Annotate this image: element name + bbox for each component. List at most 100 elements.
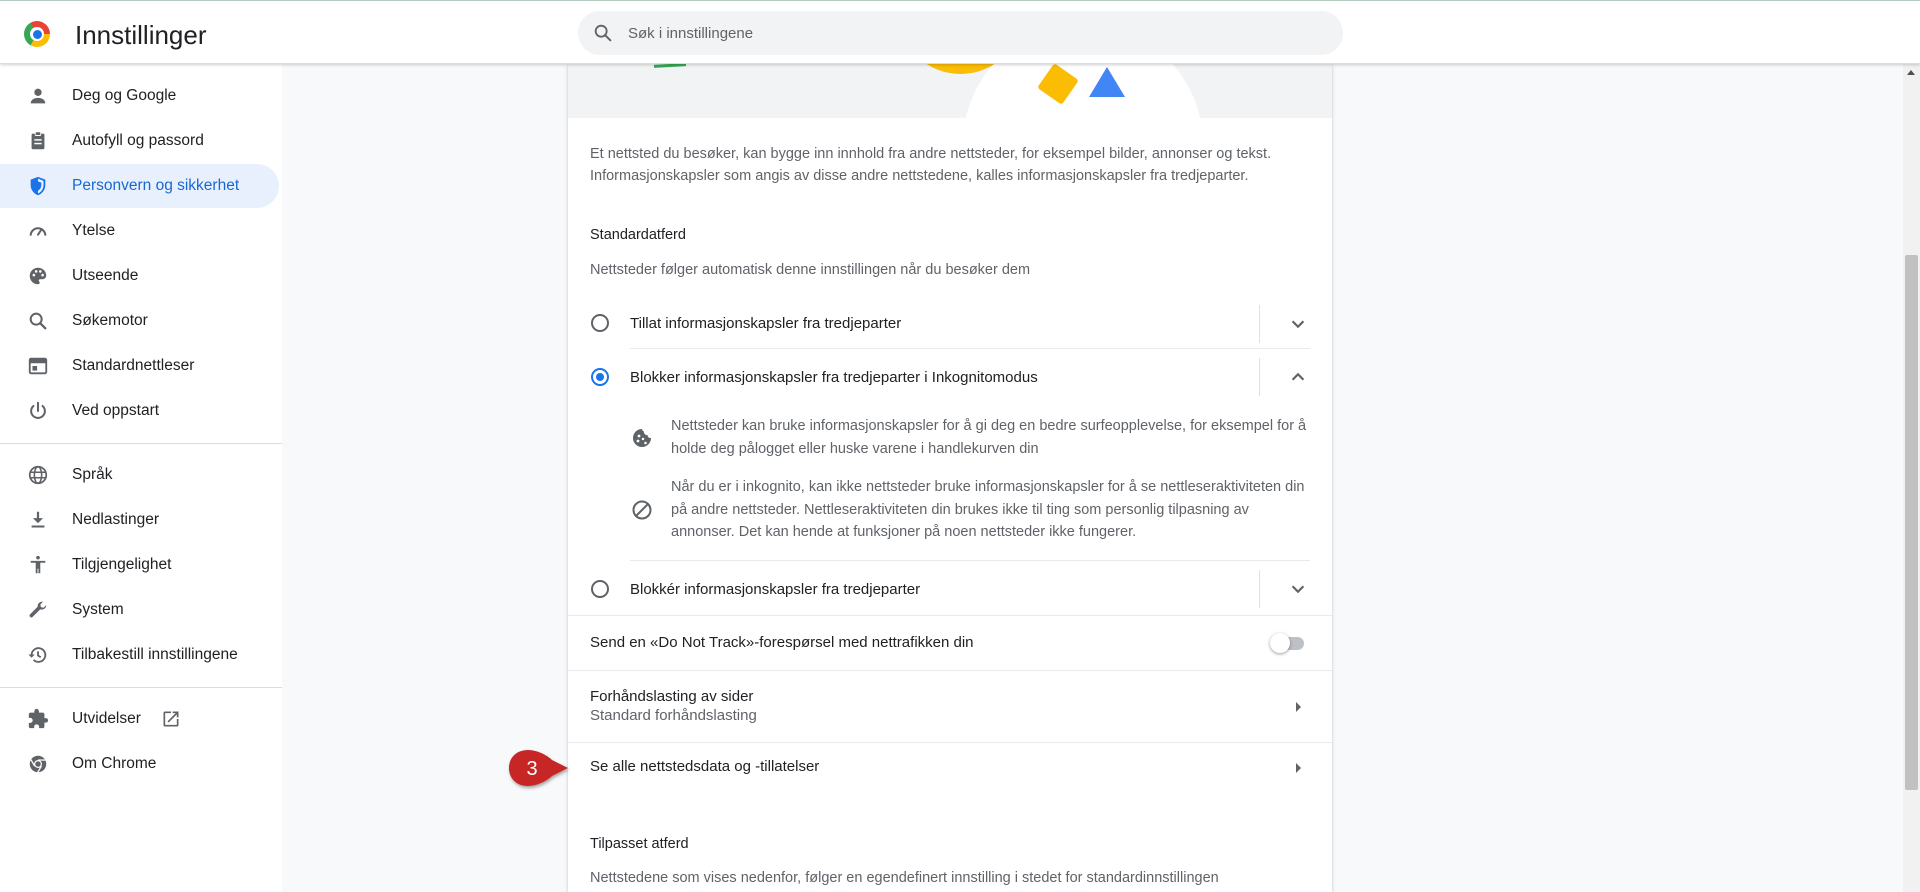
sidebar-item-label: System xyxy=(72,601,124,618)
arrow-right-icon xyxy=(1296,763,1301,773)
sidebar-item-autofyll[interactable]: Autofyll og passord xyxy=(0,119,279,163)
toggle-knob xyxy=(1270,633,1290,653)
preload-pages-row[interactable]: Forhåndslasting av sider Standard forhån… xyxy=(568,671,1332,742)
option-label: Tillat informasjonskapsler fra tredjepar… xyxy=(630,315,902,332)
external-link-icon xyxy=(163,711,179,727)
site-data-label: Se alle nettstedsdata og -tillatelser xyxy=(590,758,820,775)
sidebar-item-label: Personvern og sikkerhet xyxy=(72,177,240,194)
vertical-divider xyxy=(1259,570,1260,608)
option-label: Blokker informasjonskapsler fra tredjepa… xyxy=(630,369,1038,386)
sidebar-item-nedlastinger[interactable]: Nedlastinger xyxy=(0,498,279,542)
chrome-logo-icon xyxy=(24,21,50,47)
sidebar-item-om-chrome[interactable]: Om Chrome xyxy=(0,742,279,786)
vertical-divider xyxy=(1259,358,1260,396)
download-icon xyxy=(31,511,45,528)
person-icon xyxy=(30,88,46,104)
settings-header: Innstillinger xyxy=(0,1,1920,64)
sidebar-item-deg-og-google[interactable]: Deg og Google xyxy=(0,74,279,118)
history-icon xyxy=(28,647,47,663)
radio-allow-third-party[interactable] xyxy=(591,314,609,332)
shield-icon xyxy=(30,176,46,196)
sidebar-divider xyxy=(0,687,282,688)
detail-text-incognito: Når du er i inkognito, kan ikke nettsted… xyxy=(671,479,1305,540)
preload-title: Forhåndslasting av sider xyxy=(590,688,754,705)
sidebar-item-label: Språk xyxy=(72,466,113,483)
hero-illustration xyxy=(568,64,1332,118)
puzzle-icon xyxy=(28,708,49,729)
sidebar-item-ved-oppstart[interactable]: Ved oppstart xyxy=(0,389,279,433)
option-label: Blokkér informasjonskapsler fra tredjepa… xyxy=(630,581,921,598)
palette-icon xyxy=(29,267,47,285)
illustration-shape xyxy=(963,64,1203,118)
cookie-option-allow[interactable]: Tillat informasjonskapsler fra tredjepar… xyxy=(568,302,1332,346)
default-behavior-description: Nettsteder følger automatisk denne innst… xyxy=(590,262,1031,278)
sidebar-item-label: Nedlastinger xyxy=(72,511,160,528)
accessibility-icon xyxy=(30,555,46,574)
detail-text-cookies: Nettsteder kan bruke informasjonskapsler… xyxy=(671,418,1307,457)
cookie-option-block-incognito[interactable]: Blokker informasjonskapsler fra tredjepa… xyxy=(568,355,1332,399)
browser-icon xyxy=(28,357,48,375)
chrome-icon xyxy=(29,755,47,774)
step-callout-marker: 3 xyxy=(509,750,568,786)
wrench-icon xyxy=(29,601,47,618)
do-not-track-toggle[interactable] xyxy=(1270,633,1306,653)
page-title: Innstillinger xyxy=(75,20,207,50)
chevron-down-icon[interactable] xyxy=(1285,576,1311,602)
site-data-permissions-row[interactable]: Se alle nettstedsdata og -tillatelser xyxy=(568,743,1332,803)
sidebar-item-label: Tilbakestill innstillingene xyxy=(72,646,238,663)
intro-text: Et nettsted du besøker, kan bygge inn in… xyxy=(590,146,1272,184)
arrow-right-icon xyxy=(1296,702,1301,712)
sidebar-item-label: Standardnettleser xyxy=(72,357,195,374)
scrollbar-thumb[interactable] xyxy=(1905,255,1918,790)
chevron-up-icon[interactable] xyxy=(1285,364,1311,390)
sidebar-item-label: Autofyll og passord xyxy=(72,132,204,149)
sidebar-item-label: Ved oppstart xyxy=(72,402,160,419)
sidebar-item-standardnettleser[interactable]: Standardnettleser xyxy=(0,344,279,388)
option-divider xyxy=(630,560,1310,561)
search-input[interactable] xyxy=(628,21,1318,45)
sidebar-divider xyxy=(0,443,282,444)
page-scrollbar[interactable] xyxy=(1903,64,1920,892)
option-divider xyxy=(630,348,1310,349)
custom-behavior-description: Nettstedene som vises nedenfor, følger e… xyxy=(590,870,1219,886)
sidebar-item-label: Om Chrome xyxy=(72,755,157,772)
preload-subtitle: Standard forhåndslasting xyxy=(590,707,757,724)
search-icon xyxy=(594,24,612,42)
sidebar-item-tilbakestill[interactable]: Tilbakestill innstillingene xyxy=(0,633,279,677)
cookie-option-block-all[interactable]: Blokkér informasjonskapsler fra tredjepa… xyxy=(568,567,1332,611)
search-bar[interactable] xyxy=(578,11,1343,55)
sidebar-item-system[interactable]: System xyxy=(0,588,279,632)
do-not-track-row[interactable]: Send en «Do Not Track»-forespørsel med n… xyxy=(568,616,1332,670)
sidebar-item-label: Utseende xyxy=(72,267,139,284)
sidebar-item-label: Ytelse xyxy=(72,222,116,239)
chevron-down-icon[interactable] xyxy=(1285,311,1311,337)
sidebar-item-utvidelser[interactable]: Utvidelser xyxy=(0,697,279,741)
clipboard-icon xyxy=(31,131,45,150)
globe-icon xyxy=(28,465,48,485)
cookies-settings-card: Et nettsted du besøker, kan bygge inn in… xyxy=(568,64,1332,892)
scroll-up-arrow-icon[interactable] xyxy=(1907,70,1915,75)
radio-block-incognito[interactable] xyxy=(591,368,609,386)
search-icon xyxy=(29,312,47,330)
speedometer-icon xyxy=(29,227,47,236)
sidebar-item-ytelse[interactable]: Ytelse xyxy=(0,209,279,253)
sidebar-item-label: Deg og Google xyxy=(72,87,177,104)
sidebar-item-sokemotor[interactable]: Søkemotor xyxy=(0,299,279,343)
vertical-divider xyxy=(1259,305,1260,343)
default-behavior-heading: Standardatferd xyxy=(590,227,686,243)
sidebar-item-label: Tilgjengelighet xyxy=(72,556,172,573)
step-number: 3 xyxy=(526,758,537,780)
do-not-track-label: Send en «Do Not Track»-forespørsel med n… xyxy=(590,634,974,651)
sidebar-item-label: Utvidelser xyxy=(72,710,141,727)
sidebar-item-label: Søkemotor xyxy=(72,312,148,329)
sidebar-item-personvern[interactable]: Personvern og sikkerhet xyxy=(0,164,279,208)
radio-block-third-party[interactable] xyxy=(591,580,609,598)
illustration-shape xyxy=(1089,67,1125,97)
cookie-icon xyxy=(633,429,651,447)
sidebar-item-utseende[interactable]: Utseende xyxy=(0,254,279,298)
block-icon xyxy=(632,500,652,520)
power-icon xyxy=(30,401,46,419)
sidebar-item-sprak[interactable]: Språk xyxy=(0,453,279,497)
sidebar-item-tilgjengelighet[interactable]: Tilgjengelighet xyxy=(0,543,279,587)
settings-sidebar: Deg og Google Autofyll og passord Person… xyxy=(0,64,282,892)
